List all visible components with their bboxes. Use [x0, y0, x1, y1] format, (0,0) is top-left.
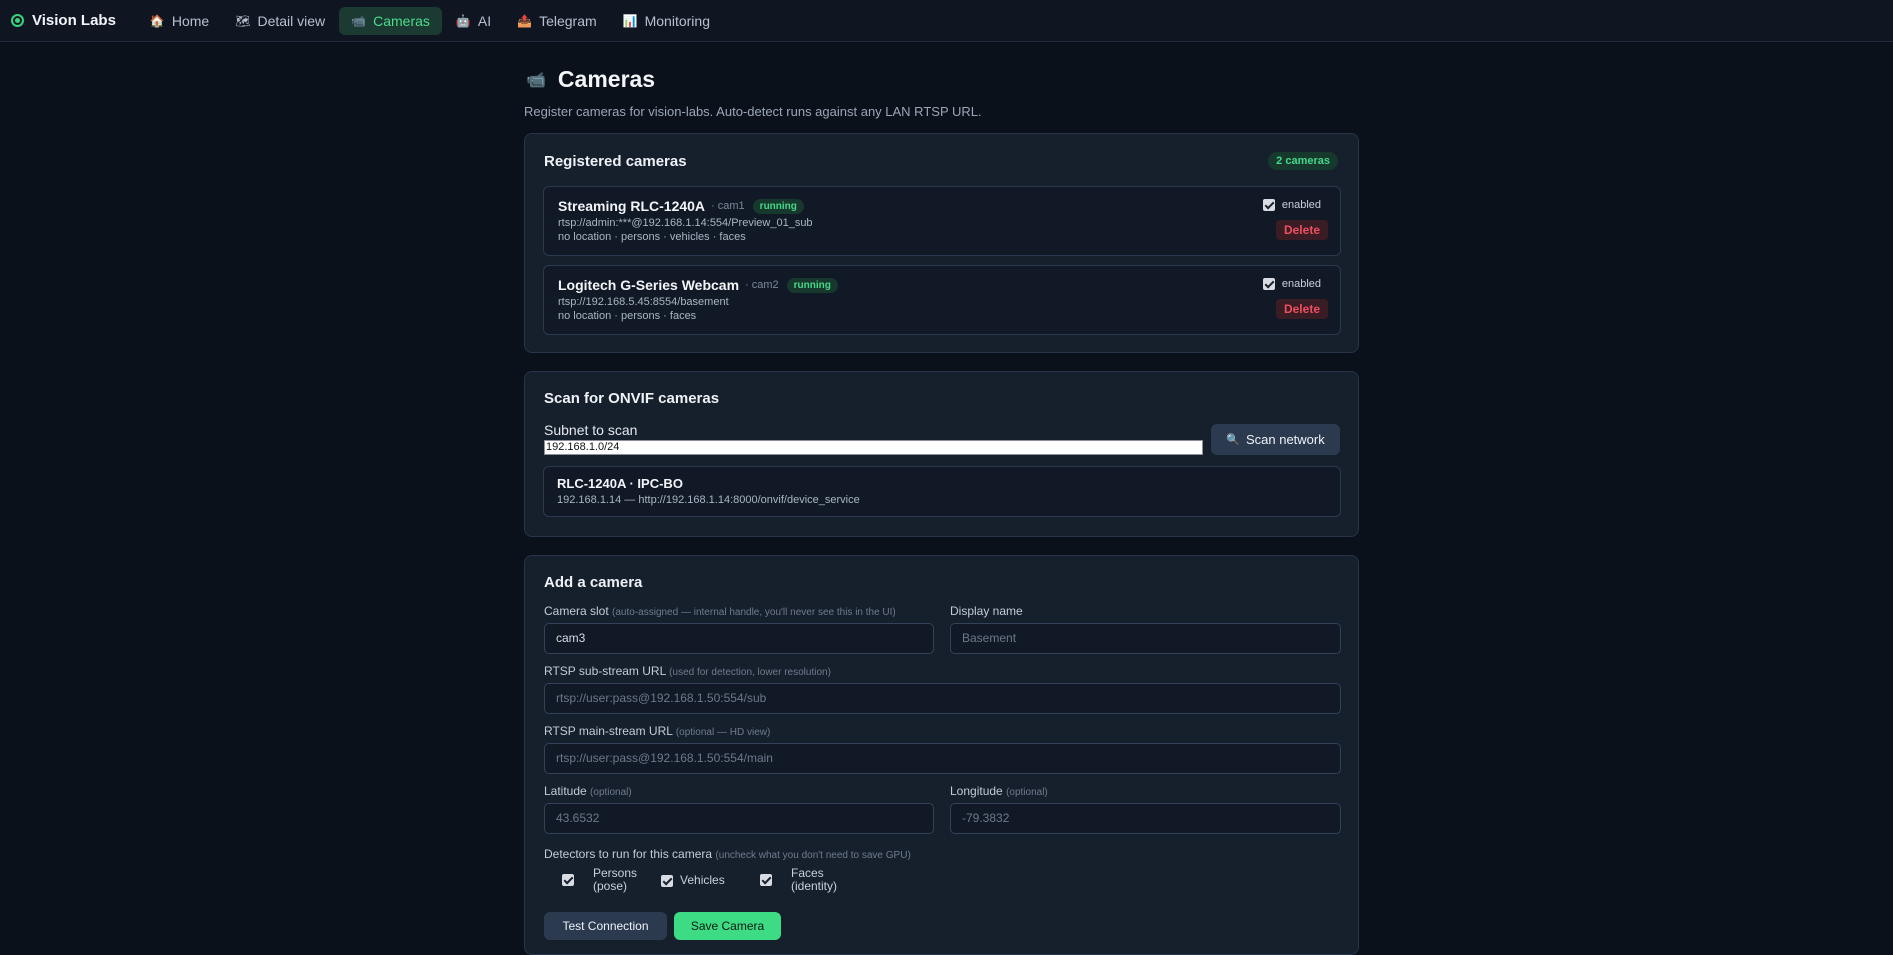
label-hint: (uncheck what you don't need to save GPU… — [715, 850, 911, 861]
save-camera-button[interactable]: Save Camera — [674, 912, 781, 940]
camera-meta: no location · persons · vehicles · faces — [558, 231, 746, 243]
camera-row-cam1[interactable]: Streaming RLC-1240A · cam1 running rtsp:… — [543, 186, 1341, 256]
sub-stream-url-input[interactable]: rtsp://user:pass@192.168.1.50:554/sub — [544, 683, 1341, 714]
latitude-label: Latitude (optional) — [544, 784, 632, 798]
delete-button[interactable]: Delete — [1275, 299, 1328, 319]
discovered-camera-row[interactable]: RLC-1240A · IPC-BO 192.168.1.14 — http:/… — [543, 466, 1341, 517]
nav-tab-label: Home — [171, 12, 210, 29]
nav-tab-label: Cameras — [373, 12, 430, 29]
nav-tab-label: Telegram — [539, 12, 597, 29]
camera-url: rtsp://192.168.5.45:8554/basement — [558, 296, 729, 308]
faces-checkbox[interactable] — [760, 874, 772, 886]
nav-tab-label: Monitoring — [644, 12, 710, 29]
camera-name: Streaming RLC-1240A — [558, 198, 706, 214]
label-text: Display name — [950, 604, 1023, 618]
label-hint: (optional) — [1006, 787, 1048, 798]
nav-tab-ai[interactable]: 🤖 AI — [444, 7, 503, 35]
nav-tab-telegram[interactable]: 📤 Telegram — [505, 7, 609, 35]
label-text: Latitude — [544, 784, 587, 798]
discovered-camera-name: RLC-1240A · IPC-BO — [557, 476, 683, 491]
camera-count-badge: 2 cameras — [1268, 152, 1338, 170]
cameras-page: 📹 Cameras Register cameras for vision-la… — [524, 42, 1359, 955]
label-text: RTSP main-stream URL — [544, 724, 673, 738]
status-badge: running — [752, 198, 804, 214]
longitude-input[interactable]: -79.3832 — [950, 803, 1341, 834]
display-name-input[interactable]: Basement — [950, 623, 1341, 654]
scan-button-label: Scan network — [1245, 432, 1325, 447]
label-hint: (used for detection, lower resolution) — [669, 667, 831, 678]
camera-slot: · cam2 — [745, 279, 779, 291]
detectors-label: Detectors to run for this camera (unchec… — [544, 847, 911, 861]
camera-row-cam2[interactable]: Logitech G-Series Webcam · cam2 running … — [543, 265, 1341, 335]
search-icon: 🔍 — [1226, 433, 1240, 446]
test-connection-button[interactable]: Test Connection — [544, 912, 667, 940]
discovered-camera-address: 192.168.1.14 — http://192.168.1.14:8000/… — [557, 494, 860, 506]
map-icon: 🗺 — [235, 13, 251, 28]
add-camera-card: Add a camera Camera slot (auto-assigned … — [524, 555, 1359, 955]
enabled-checkbox[interactable] — [1262, 199, 1275, 211]
nav-tab-label: AI — [477, 12, 492, 29]
camera-url: rtsp://admin:***@192.168.1.14:554/Previe… — [558, 217, 813, 229]
vehicles-checkbox[interactable] — [661, 874, 673, 887]
nav-tab-monitoring[interactable]: 📊 Monitoring — [611, 7, 722, 35]
display-name-label: Display name — [950, 604, 1023, 618]
label-hint: (optional — HD view) — [675, 727, 771, 738]
robot-icon: 🤖 — [455, 13, 471, 28]
label-text: Camera slot — [544, 604, 609, 618]
status-badge: running — [786, 277, 838, 293]
detector-label: Vehicles — [680, 873, 725, 887]
label-text: Detectors to run for this camera — [544, 847, 713, 861]
video-camera-icon: 📹 — [351, 13, 367, 28]
label-text: RTSP sub-stream URL — [544, 664, 666, 678]
vision-labs-logo-icon — [11, 14, 24, 27]
nav-tab-home[interactable]: 🏠 Home — [138, 7, 221, 35]
top-nav: Vision Labs 🏠 Home 🗺 Detail view 📹 Camer… — [0, 0, 1893, 42]
card-title: Add a camera — [544, 574, 643, 591]
delete-button[interactable]: Delete — [1275, 220, 1328, 240]
detector-sublabel: (pose) — [593, 879, 628, 893]
camera-meta: no location · persons · faces — [558, 310, 697, 322]
bar-chart-icon: 📊 — [622, 13, 638, 28]
page-header: 📹 Cameras — [524, 62, 1359, 96]
main-stream-label: RTSP main-stream URL (optional — HD view… — [544, 724, 770, 738]
label-text: Longitude — [950, 784, 1003, 798]
camera-name: Logitech G-Series Webcam — [558, 277, 740, 293]
label-hint: (optional) — [590, 787, 632, 798]
sub-stream-label: RTSP sub-stream URL (used for detection,… — [544, 664, 831, 678]
detector-faces[interactable]: Faces (identity) — [760, 867, 837, 893]
latitude-input[interactable]: 43.6532 — [544, 803, 934, 834]
app-name: Vision Labs — [32, 12, 116, 29]
detector-vehicles[interactable]: Vehicles — [661, 874, 725, 887]
onvif-scan-card: Scan for ONVIF cameras Subnet to scan 19… — [524, 371, 1359, 537]
subnet-input[interactable]: 192.168.1.0/24 — [544, 440, 1203, 455]
label-hint: (auto-assigned — internal handle, you'll… — [612, 607, 896, 618]
card-title: Scan for ONVIF cameras — [544, 390, 720, 407]
nav-tab-detail-view[interactable]: 🗺 Detail view — [223, 7, 337, 35]
nav-tab-cameras[interactable]: 📹 Cameras — [339, 6, 442, 35]
detector-sublabel: (identity) — [791, 879, 838, 893]
camera-slot: · cam1 — [711, 200, 745, 212]
home-icon: 🏠 — [149, 13, 165, 28]
camera-slot-label: Camera slot (auto-assigned — internal ha… — [544, 604, 896, 618]
enabled-toggle[interactable]: enabled — [1262, 278, 1321, 290]
page-subtitle: Register cameras for vision-labs. Auto-d… — [524, 104, 982, 119]
camera-slot-input[interactable]: cam3 — [544, 623, 934, 654]
registered-cameras-card: Registered cameras 2 cameras Streaming R… — [524, 133, 1359, 353]
outbox-icon: 📤 — [517, 13, 533, 28]
page-title: Cameras — [557, 65, 656, 92]
enabled-toggle[interactable]: enabled — [1262, 199, 1321, 211]
scan-network-button[interactable]: 🔍 Scan network — [1211, 424, 1340, 455]
enabled-label: enabled — [1281, 199, 1321, 211]
main-stream-url-input[interactable]: rtsp://user:pass@192.168.1.50:554/main — [544, 743, 1341, 774]
enabled-checkbox[interactable] — [1262, 278, 1275, 290]
nav-tab-label: Detail view — [257, 12, 326, 29]
longitude-label: Longitude (optional) — [950, 784, 1048, 798]
enabled-label: enabled — [1281, 278, 1321, 290]
detector-persons[interactable]: Persons (pose) — [562, 867, 637, 893]
video-camera-icon: 📹 — [526, 69, 546, 89]
persons-checkbox[interactable] — [562, 874, 574, 886]
card-title: Registered cameras — [544, 153, 687, 170]
brand-logo[interactable]: Vision Labs — [11, 12, 116, 29]
subnet-label: Subnet to scan — [544, 422, 638, 438]
